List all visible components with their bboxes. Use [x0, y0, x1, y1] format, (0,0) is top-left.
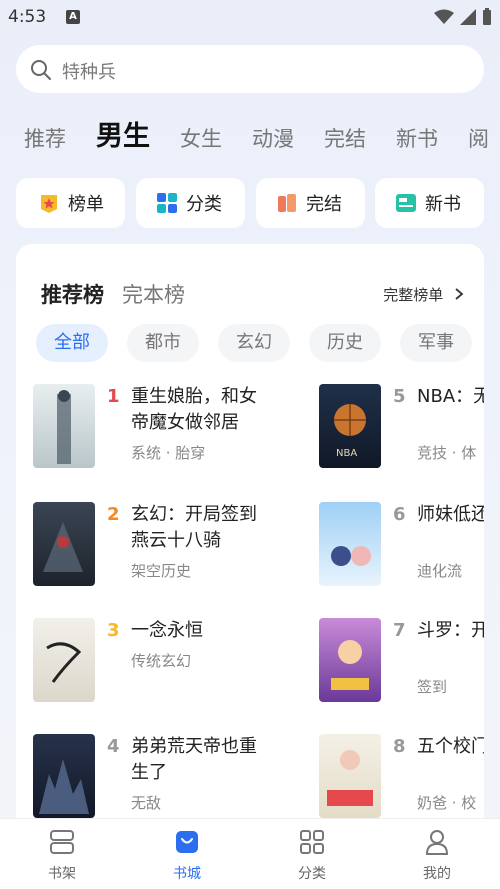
tab-finished-rank[interactable]: 完本榜 [122, 279, 185, 309]
status-icons [434, 8, 492, 26]
user-icon [425, 830, 449, 855]
quick-newbook-label: 新书 [425, 194, 461, 215]
tab-new[interactable]: 新书 [396, 123, 438, 153]
book-cover [33, 734, 95, 818]
quick-category-label: 分类 [186, 194, 222, 215]
ranking-tabs: 推荐榜 完本榜 [41, 279, 203, 309]
book-rank: 7 [393, 620, 406, 641]
book-cover [33, 618, 95, 702]
filter-all[interactable]: 全部 [36, 324, 108, 362]
filter-urban[interactable]: 都市 [127, 324, 199, 362]
category-grid-icon [156, 192, 178, 214]
status-time: 4:53 [8, 7, 47, 27]
search-bar[interactable]: 特种兵 [16, 45, 484, 93]
book-tags: 架空历史 [131, 562, 192, 580]
book-cover [319, 618, 381, 702]
bookstore-bag-icon [176, 831, 198, 853]
bookshelf-icon [50, 830, 74, 854]
ranking-card: 推荐榜 完本榜 完整榜单 全部 都市 玄幻 历史 军事 1 重生娘胎，和女帝魔女做邻居 系… [16, 244, 484, 844]
nav-category-label: 分类 [298, 866, 326, 882]
book-tags: 奶爸 · 校 [417, 794, 477, 812]
tab-finished[interactable]: 完结 [324, 123, 366, 153]
quick-finished[interactable]: 完结 [256, 178, 365, 228]
tab-male[interactable]: 男生 [96, 114, 150, 153]
nav-bookstore-label: 书城 [173, 866, 201, 882]
book-item[interactable]: NBA 5 NBA：无三分体 竞技 · 体 [319, 384, 484, 484]
nav-profile[interactable]: 我的 [397, 827, 477, 883]
book-title: NBA：无三分体 [417, 386, 484, 407]
battery-icon [483, 8, 491, 25]
book-title: 一念永恒 [131, 620, 203, 641]
book-rank: 3 [107, 620, 120, 641]
quick-ranking-label: 榜单 [68, 194, 104, 215]
category-filter: 全部 都市 玄幻 历史 军事 [36, 324, 484, 362]
book-title: 五个校门叫我 [417, 736, 484, 757]
book-title: 重生娘胎，和女帝魔女做邻居 [131, 386, 257, 433]
book-tags: 迪化流 [417, 562, 463, 580]
notification-a-icon: A [66, 10, 80, 24]
nav-category[interactable]: 分类 [272, 827, 352, 883]
book-item[interactable]: 6 师妹低还没无 迪化流 [319, 502, 484, 602]
nav-bookstore[interactable]: 书城 [147, 827, 227, 883]
book-item[interactable]: 1 重生娘胎，和女帝魔女做邻居 系统 · 胎穿 [33, 384, 263, 484]
quick-finished-label: 完结 [306, 194, 342, 215]
book-tags: 竞技 · 体 [417, 444, 477, 462]
signal-icon [460, 9, 476, 25]
book-rank: 2 [107, 504, 120, 525]
filter-military[interactable]: 军事 [400, 324, 472, 362]
category-grid-icon [300, 830, 324, 854]
book-cover [33, 502, 95, 586]
nav-bookshelf[interactable]: 书架 [22, 827, 102, 883]
quick-ranking[interactable]: 榜单 [16, 178, 125, 228]
book-title: 弟弟荒天帝也重生了 [131, 736, 257, 783]
book-cover [33, 384, 95, 468]
tab-more[interactable]: 阅 [468, 123, 489, 153]
full-ranking-link[interactable]: 完整榜单 [383, 284, 464, 305]
search-placeholder: 特种兵 [62, 62, 116, 83]
book-rank: 4 [107, 736, 120, 757]
book-title: 师妹低还没无 [417, 504, 484, 525]
filter-history[interactable]: 历史 [309, 324, 381, 362]
cover-text: NBA [336, 448, 357, 459]
quick-category[interactable]: 分类 [136, 178, 245, 228]
filter-fantasy[interactable]: 玄幻 [218, 324, 290, 362]
book-title: 斗罗：开始俘 [417, 620, 484, 641]
wifi-icon [434, 9, 454, 24]
book-item[interactable]: 3 一念永恒 传统玄幻 [33, 618, 263, 718]
finished-books-icon [276, 192, 298, 214]
book-tags: 无敌 [131, 794, 162, 812]
book-rank: 5 [393, 386, 406, 407]
book-rank: 6 [393, 504, 406, 525]
tab-recommend-rank[interactable]: 推荐榜 [41, 279, 104, 309]
book-tags: 传统玄幻 [131, 652, 192, 670]
book-cover [319, 502, 381, 586]
tab-anime[interactable]: 动漫 [252, 123, 294, 153]
ranking-icon [38, 192, 60, 214]
book-cover [319, 734, 381, 818]
chevron-right-icon [455, 288, 464, 300]
book-title: 玄幻：开局签到燕云十八骑 [131, 504, 257, 551]
quick-newbook[interactable]: 新书 [375, 178, 484, 228]
full-ranking-label: 完整榜单 [383, 286, 444, 304]
nav-profile-label: 我的 [423, 866, 451, 882]
nav-bookshelf-label: 书架 [48, 866, 76, 882]
book-tags: 系统 · 胎穿 [131, 444, 206, 462]
book-item[interactable]: 2 玄幻：开局签到燕云十八骑 架空历史 [33, 502, 263, 602]
tab-recommend[interactable]: 推荐 [24, 123, 66, 153]
channel-tabs: 推荐 男生 女生 动漫 完结 新书阅 [24, 114, 500, 154]
new-book-icon [395, 192, 417, 214]
book-rank: 1 [107, 386, 120, 407]
status-bar: 4:53 A [0, 0, 500, 36]
search-icon [31, 60, 51, 80]
book-tags: 签到 [417, 678, 448, 696]
book-cover: NBA [319, 384, 381, 468]
bottom-nav: 书架 书城 分类 我的 [0, 818, 500, 889]
book-rank: 8 [393, 736, 406, 757]
book-item[interactable]: 7 斗罗：开始俘 签到 [319, 618, 484, 718]
tab-female[interactable]: 女生 [180, 123, 222, 153]
